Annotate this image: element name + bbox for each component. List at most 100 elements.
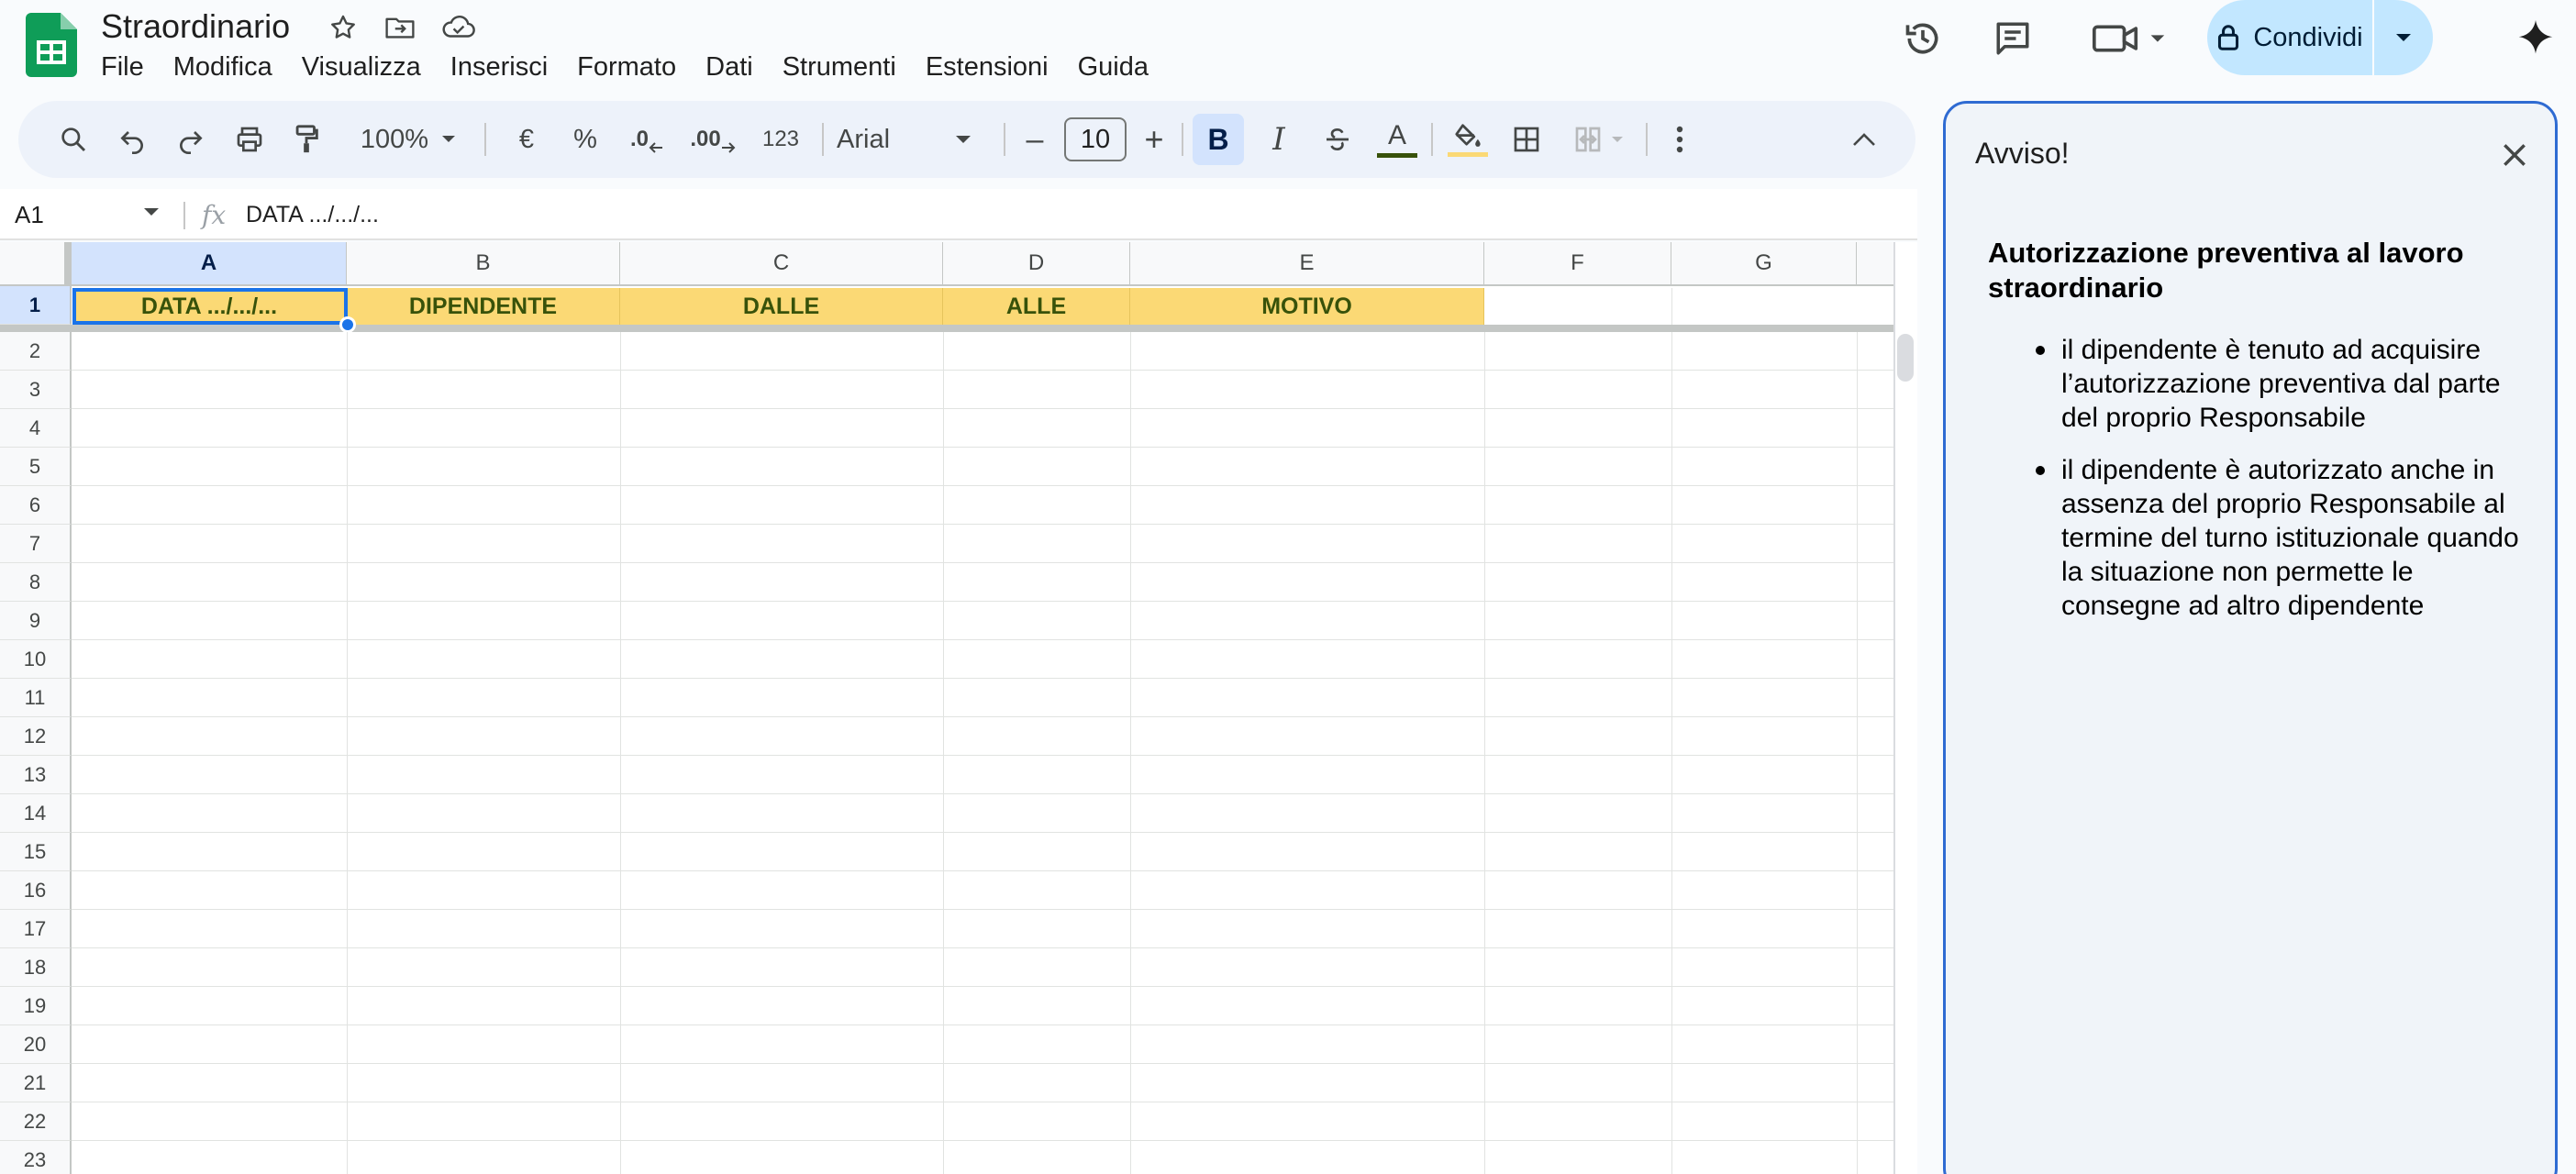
version-history-icon[interactable] (1897, 17, 1949, 61)
row-header-15[interactable]: 15 (0, 833, 72, 871)
row-header-18[interactable]: 18 (0, 948, 72, 987)
grid-line (72, 870, 1893, 871)
star-icon[interactable] (325, 9, 361, 46)
row-header-8[interactable]: 8 (0, 563, 72, 602)
row-header-16[interactable]: 16 (0, 871, 72, 910)
cell-d1[interactable]: ALLE (943, 288, 1130, 325)
select-all-corner[interactable] (0, 242, 72, 286)
row-header-13[interactable]: 13 (0, 756, 72, 794)
menu-estensioni[interactable]: Estensioni (911, 46, 1063, 88)
frozen-column-handle[interactable] (64, 242, 72, 286)
toolbar-divider (1004, 123, 1005, 156)
print-icon[interactable] (224, 101, 275, 178)
paint-format-icon[interactable] (281, 101, 332, 178)
row-header-9[interactable]: 9 (0, 602, 72, 640)
lock-icon (2218, 25, 2239, 50)
row-header-21[interactable]: 21 (0, 1064, 72, 1102)
share-dropdown-button[interactable] (2374, 0, 2433, 75)
close-icon[interactable] (2494, 135, 2535, 175)
merge-cells-button[interactable] (1560, 101, 1637, 178)
menu-modifica[interactable]: Modifica (159, 46, 287, 88)
row-header-22[interactable]: 22 (0, 1102, 72, 1141)
text-color-button[interactable]: A (1371, 101, 1424, 178)
document-title[interactable]: Straordinario (101, 6, 290, 48)
toolbar-divider (484, 123, 486, 156)
menu-formato[interactable]: Formato (562, 46, 691, 88)
grid-line (72, 986, 1893, 987)
row-header-7[interactable]: 7 (0, 525, 72, 563)
menu-bar: File Modifica Visualizza Inserisci Forma… (86, 46, 1163, 88)
more-options-icon[interactable] (1657, 101, 1703, 178)
name-box[interactable]: A1 (15, 189, 161, 240)
decrease-decimals-button[interactable]: .0 (618, 101, 675, 178)
font-caret-down-icon[interactable] (945, 101, 982, 178)
paint-bucket-icon (1455, 123, 1481, 147)
cell-c1[interactable]: DALLE (620, 288, 943, 325)
meet-video-icon[interactable] (2088, 17, 2171, 61)
row-header-6[interactable]: 6 (0, 486, 72, 525)
row-header-3[interactable]: 3 (0, 371, 72, 409)
gemini-sparkle-icon[interactable] (2510, 17, 2561, 61)
row-header-12[interactable]: 12 (0, 717, 72, 756)
more-formats-button[interactable]: 123 (750, 101, 811, 178)
decrease-font-size-button[interactable]: – (1013, 101, 1057, 178)
menu-dati[interactable]: Dati (691, 46, 768, 88)
percent-format-button[interactable]: % (560, 101, 611, 178)
borders-icon[interactable] (1501, 101, 1552, 178)
menu-guida[interactable]: Guida (1063, 46, 1163, 88)
italic-button[interactable]: I (1253, 101, 1305, 178)
formula-input[interactable]: DATA .../.../... (246, 189, 379, 240)
font-size-input[interactable]: 10 (1064, 117, 1127, 161)
formula-divider (183, 202, 185, 229)
row-header-23[interactable]: 23 (0, 1141, 72, 1174)
column-header-f[interactable]: F (1484, 242, 1671, 286)
redo-icon[interactable] (165, 101, 217, 178)
grid-line (72, 485, 1893, 486)
frozen-row-divider[interactable] (0, 325, 1895, 332)
currency-format-button[interactable]: € (501, 101, 552, 178)
menu-visualizza[interactable]: Visualizza (287, 46, 436, 88)
more-formats-label: 123 (761, 127, 800, 151)
strikethrough-icon[interactable] (1312, 101, 1363, 178)
menu-inserisci[interactable]: Inserisci (436, 46, 562, 88)
fill-color-button[interactable] (1440, 101, 1495, 178)
caret-down-icon[interactable] (143, 207, 160, 218)
comments-icon[interactable] (1987, 17, 2038, 61)
column-header-g[interactable]: G (1671, 242, 1857, 286)
row-header-10[interactable]: 10 (0, 640, 72, 679)
row-header-4[interactable]: 4 (0, 409, 72, 448)
column-header-b[interactable]: B (347, 242, 620, 286)
fill-handle[interactable] (339, 316, 356, 333)
column-header-d[interactable]: D (943, 242, 1130, 286)
cloud-saved-icon[interactable] (440, 9, 477, 46)
undo-icon[interactable] (106, 101, 158, 178)
move-folder-icon[interactable] (382, 9, 418, 46)
increase-font-size-button[interactable]: + (1132, 101, 1176, 178)
panel-title: Avviso! (1975, 137, 2070, 170)
bold-button[interactable]: B (1193, 114, 1244, 165)
column-header-e[interactable]: E (1130, 242, 1484, 286)
grid-right-edge (1893, 242, 1895, 1174)
collapse-toolbar-icon[interactable] (1838, 101, 1890, 178)
vertical-scrollbar[interactable] (1897, 334, 1914, 382)
row-header-14[interactable]: 14 (0, 794, 72, 833)
column-header-c[interactable]: C (620, 242, 943, 286)
spreadsheet-grid[interactable]: A B C D E F G 1 DATA .../.../... DIPENDE… (0, 242, 1917, 1174)
increase-decimals-button[interactable]: .00 (681, 101, 745, 178)
menu-strumenti[interactable]: Strumenti (768, 46, 911, 88)
sheets-logo-icon[interactable] (26, 13, 77, 77)
row-header-1[interactable]: 1 (0, 286, 72, 325)
menu-file[interactable]: File (86, 46, 159, 88)
search-menus-icon[interactable] (48, 101, 99, 178)
row-header-17[interactable]: 17 (0, 910, 72, 948)
cell-b1[interactable]: DIPENDENTE (347, 288, 620, 325)
row-header-20[interactable]: 20 (0, 1025, 72, 1064)
zoom-select[interactable]: 100% (349, 101, 468, 178)
column-header-a[interactable]: A (72, 242, 347, 286)
row-header-5[interactable]: 5 (0, 448, 72, 486)
row-header-11[interactable]: 11 (0, 679, 72, 717)
row-header-19[interactable]: 19 (0, 987, 72, 1025)
share-button[interactable]: Condividi (2207, 0, 2372, 75)
row-header-2[interactable]: 2 (0, 332, 72, 371)
cell-e1[interactable]: MOTIVO (1130, 288, 1484, 325)
